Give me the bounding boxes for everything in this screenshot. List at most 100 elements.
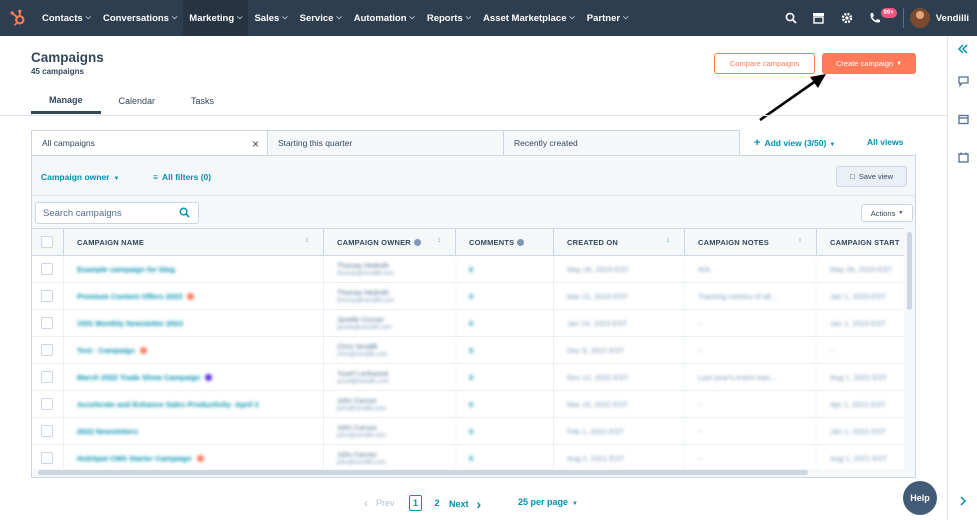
vertical-scrollbar-thumb[interactable] — [907, 232, 912, 310]
column-campaign-start[interactable]: CAMPAIGN START — [817, 229, 904, 256]
view-tab-recently-created[interactable]: Recently created — [503, 130, 740, 156]
row-checkbox[interactable] — [41, 398, 53, 410]
all-views-link[interactable]: All views — [867, 137, 903, 147]
campaign-name-link[interactable]: HubSpot CMS Starter Campaign — [77, 454, 192, 463]
close-icon[interactable]: × — [252, 137, 259, 151]
table-row[interactable]: 2022 Newsletters John Caruso john@vendilli… — [32, 418, 904, 445]
table-row[interactable]: VDG Monthly Newsletter 2023 Janelle Conne… — [32, 310, 904, 337]
column-campaign-notes[interactable]: CAMPAIGN NOTES ↕ — [685, 229, 817, 256]
view-tab-all-campaigns[interactable]: All campaigns × — [31, 130, 268, 156]
comments-cell: 0 — [456, 310, 554, 337]
campaign-name-link[interactable]: Accelerate and Enhance Sales Productivit… — [77, 400, 259, 409]
nav-service[interactable]: Service ⌵ — [294, 0, 348, 36]
comments-count[interactable]: 0 — [469, 373, 553, 382]
nav-conversations[interactable]: Conversations ⌵ — [97, 0, 183, 36]
nav-label: Conversations — [102, 12, 169, 24]
calendar-icon[interactable] — [948, 138, 977, 176]
all-filters-button[interactable]: ≡ All filters (0) — [153, 172, 211, 182]
table-row[interactable]: HubSpot CMS Starter Campaign John Caruso j… — [32, 445, 904, 469]
chevron-down-icon: ⌵ — [336, 14, 342, 21]
nav-sales[interactable]: Sales ⌵ — [248, 0, 293, 36]
page-2-button[interactable]: 2 — [432, 495, 442, 511]
search-icon[interactable] — [179, 207, 190, 221]
campaign-notes-cell: -- — [685, 391, 817, 418]
marketplace-icon[interactable] — [805, 0, 833, 36]
double-chevron-left-icon[interactable] — [948, 36, 977, 62]
row-checkbox[interactable] — [41, 263, 53, 275]
campaign-start-cell: Aug 1, 2022 EST — [817, 364, 904, 391]
chevron-down-icon: ⌵ — [465, 14, 472, 21]
nav-asset-marketplace[interactable]: Asset Marketplace ⌵ — [477, 0, 581, 36]
campaign-start-cell: Apr 1, 2022 EST — [817, 391, 904, 418]
table-row[interactable]: Example campaign for blog Thomas Hedroth t… — [32, 256, 904, 283]
nav-automation[interactable]: Automation ⌵ — [348, 0, 421, 36]
search-icon[interactable] — [777, 0, 805, 36]
search-input[interactable]: Search campaigns — [35, 202, 199, 224]
row-checkbox[interactable] — [41, 425, 53, 437]
page-current[interactable]: 1 — [409, 495, 422, 511]
notifications-badge[interactable]: 99+ — [880, 8, 897, 18]
per-page-dropdown[interactable]: 25 per page ▼ — [518, 497, 578, 507]
row-checkbox[interactable] — [41, 371, 53, 383]
nav-label: Marketing — [189, 12, 235, 24]
add-view-button[interactable]: + Add view (3/50) ▼ — [754, 137, 835, 149]
view-tab-starting-this-quarter[interactable]: Starting this quarter — [267, 130, 504, 156]
chat-icon[interactable] — [948, 62, 977, 100]
actions-label: Actions — [870, 208, 896, 218]
comments-count[interactable]: 0 — [469, 427, 553, 436]
tab-calendar[interactable]: Calendar — [101, 88, 174, 114]
row-checkbox[interactable] — [41, 290, 53, 302]
save-view-button[interactable]: □ Save view — [836, 166, 907, 187]
campaign-name-link[interactable]: Test - Campaign — [77, 346, 135, 355]
gear-icon[interactable] — [833, 0, 861, 36]
row-checkbox[interactable] — [41, 452, 53, 464]
column-comments[interactable]: COMMENTS — [456, 229, 554, 256]
comments-count[interactable]: 0 — [469, 265, 553, 274]
nav-reports[interactable]: Reports ⌵ — [421, 0, 477, 36]
campaign-owner-filter[interactable]: Campaign owner ▼ — [41, 172, 119, 182]
row-checkbox[interactable] — [41, 344, 53, 356]
campaign-name-link[interactable]: March 2022 Trade Show Campaign — [77, 373, 200, 382]
actions-dropdown[interactable]: Actions ▼ — [861, 204, 913, 222]
campaign-name-link[interactable]: 2022 Newsletters — [77, 427, 138, 436]
campaign-name-link[interactable]: VDG Monthly Newsletter 2023 — [77, 319, 183, 328]
campaign-name-link[interactable]: Example campaign for blog — [77, 265, 175, 274]
comments-count[interactable]: 0 — [469, 346, 553, 355]
chevron-right-icon[interactable] — [948, 488, 977, 514]
campaign-notes-value: -- — [698, 427, 703, 436]
window-icon[interactable] — [948, 100, 977, 138]
table-row[interactable]: Test - Campaign Chris Vendilli chris@vendi… — [32, 337, 904, 364]
comments-count[interactable]: 0 — [469, 400, 553, 409]
nav-marketing[interactable]: Marketing ⌵ — [183, 0, 249, 36]
row-select-cell — [32, 391, 64, 418]
filter-sliders-icon: ≡ — [153, 172, 158, 182]
comments-count[interactable]: 0 — [469, 292, 553, 301]
divider — [0, 115, 947, 116]
help-button[interactable]: Help — [903, 481, 937, 515]
nav-partner[interactable]: Partner ⌵ — [581, 0, 635, 36]
campaign-name-link[interactable]: Premium Content Offers 2023 — [77, 292, 182, 301]
horizontal-scrollbar-thumb[interactable] — [38, 470, 808, 475]
comments-cell: 0 — [456, 337, 554, 364]
comments-count[interactable]: 0 — [469, 454, 553, 463]
column-campaign-name[interactable]: CAMPAIGN NAME ↕ — [64, 229, 324, 256]
owner-email: thomas@vendilli.com — [337, 270, 395, 277]
next-page-button[interactable]: Next › — [449, 496, 481, 512]
hubspot-logo-icon[interactable] — [0, 0, 36, 36]
column-campaign-owner[interactable]: CAMPAIGN OWNER ↕ — [324, 229, 456, 256]
row-checkbox[interactable] — [41, 317, 53, 329]
prev-page-button[interactable]: ‹ Prev — [364, 496, 395, 510]
table-row[interactable]: Premium Content Offers 2023 Thomas Hedrot… — [32, 283, 904, 310]
table-row[interactable]: March 2022 Trade Show Campaign Yusef Lock… — [32, 364, 904, 391]
avatar[interactable] — [909, 8, 930, 28]
select-all-checkbox[interactable] — [41, 236, 53, 248]
comments-count[interactable]: 0 — [469, 319, 553, 328]
column-created-on[interactable]: CREATED ON ↓ — [554, 229, 685, 256]
tab-tasks[interactable]: Tasks — [173, 88, 232, 114]
table-row[interactable]: Accelerate and Enhance Sales Productivit… — [32, 391, 904, 418]
calling-icon[interactable] — [861, 0, 889, 36]
nav-contacts[interactable]: Contacts ⌵ — [36, 0, 97, 36]
tab-manage[interactable]: Manage — [31, 88, 101, 114]
divider — [32, 195, 915, 196]
account-menu[interactable]: Vendilli — [936, 13, 969, 24]
